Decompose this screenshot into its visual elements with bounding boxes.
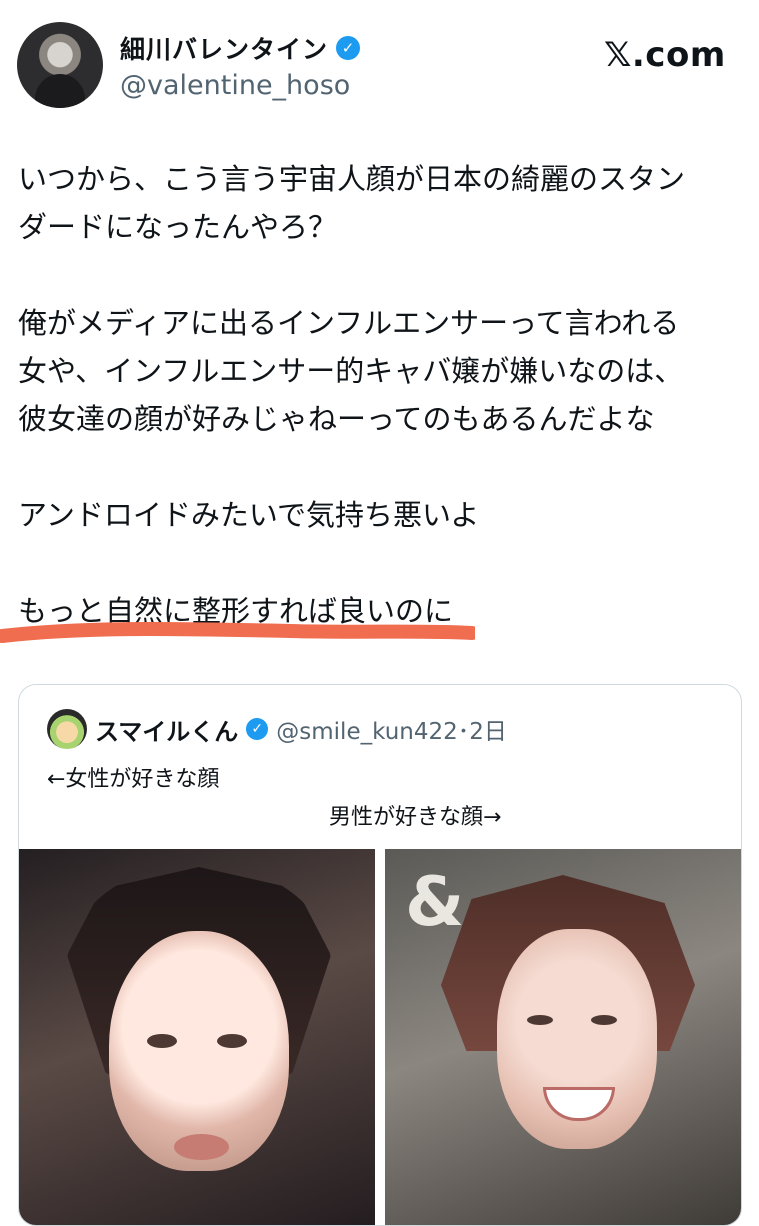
brand-label: 𝕏.com	[604, 35, 726, 75]
highlight-underline	[0, 622, 475, 643]
lips	[174, 1134, 229, 1160]
tweet-line: アンドロイドみたいで気持ち悪いよ	[18, 498, 480, 532]
tweet-line: ダードになったんやろ？	[18, 210, 338, 244]
user-handle[interactable]: @valentine_hoso	[120, 70, 350, 101]
quoted-tweet-header: スマイルくん ✓ @smile_kun422･2日	[47, 709, 507, 749]
user-name-row: 細川バレンタイン ✓	[120, 30, 361, 66]
tweet-body: いつから、こう言う宇宙人顔が日本の綺麗のスタン ダードになったんやろ？ 俺がメデ…	[18, 155, 748, 635]
verified-icon: ✓	[336, 36, 361, 60]
photo-logo: &	[405, 863, 465, 942]
quoted-handle-time[interactable]: @smile_kun422･2日	[276, 712, 507, 746]
display-name[interactable]: 細川バレンタイン	[120, 30, 328, 66]
quoted-user-avatar[interactable]	[47, 709, 87, 749]
tweet-line: 俺がメディアに出るインフルエンサーって言われる	[18, 306, 680, 340]
quoted-tweet-card[interactable]: スマイルくん ✓ @smile_kun422･2日 ←女性が好きな顔 男性が好き…	[18, 684, 742, 1226]
quoted-verified-icon: ✓	[246, 718, 269, 740]
tweet-header: 細川バレンタイン ✓ @valentine_hoso 𝕏.com	[0, 0, 759, 120]
tweet-line: 彼女達の顔が好みじゃねーってのもあるんだよな	[18, 402, 655, 436]
tweet-line: いつから、こう言う宇宙人顔が日本の綺麗のスタン	[18, 162, 686, 196]
user-avatar[interactable]	[17, 22, 103, 108]
right-photo[interactable]: &	[385, 849, 741, 1225]
quoted-text-line-1: ←女性が好きな顔	[47, 767, 220, 792]
quoted-display-name[interactable]: スマイルくん	[95, 712, 238, 747]
tweet-line: 女や、インフルエンサー的キャバ嬢が嫌いなのは、	[18, 354, 684, 388]
quoted-text-line-2: 男性が好きな顔→	[329, 805, 502, 830]
left-photo[interactable]	[19, 849, 375, 1225]
